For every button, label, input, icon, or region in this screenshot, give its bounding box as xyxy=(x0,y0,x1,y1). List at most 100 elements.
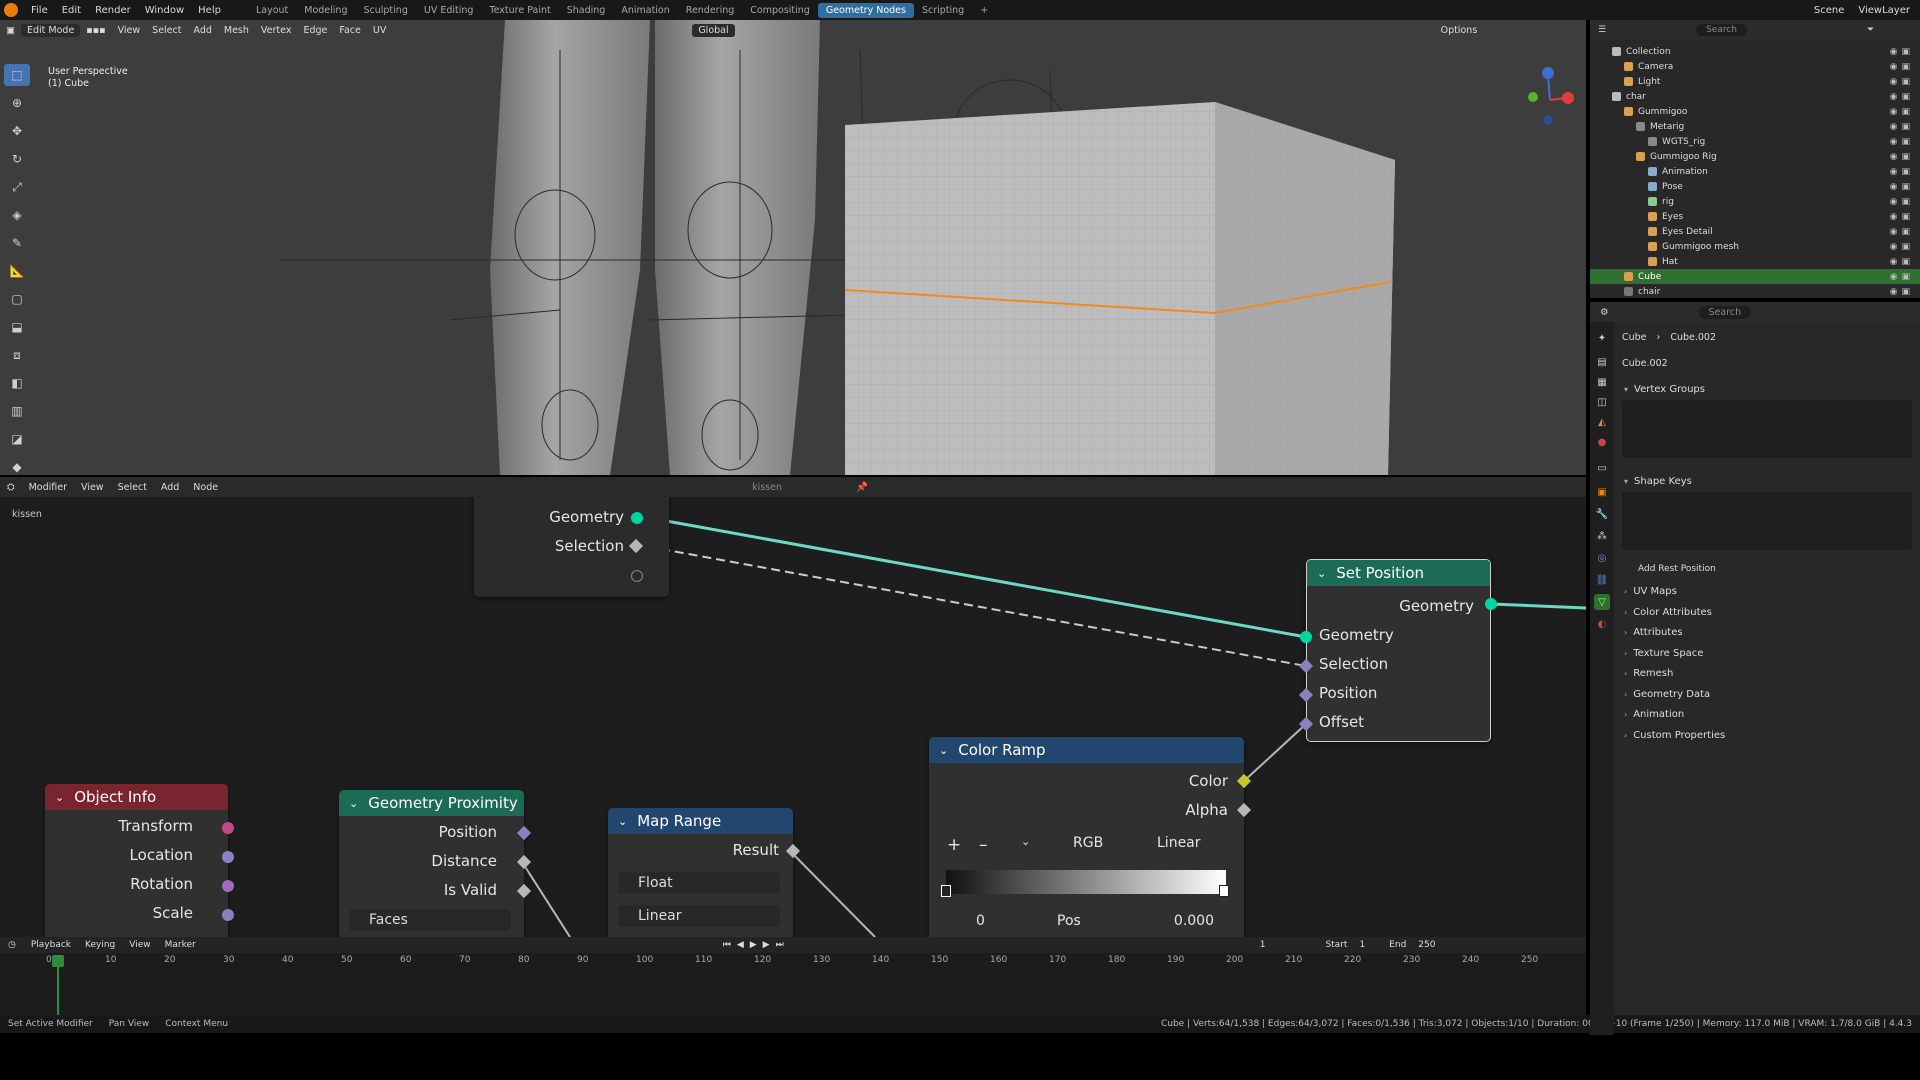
panel-color-attributes[interactable]: › Color Attributes xyxy=(1624,607,1712,618)
panel-attributes[interactable]: › Attributes xyxy=(1624,627,1683,638)
panel-custom-properties[interactable]: › Custom Properties xyxy=(1624,730,1725,741)
panel-texture-space[interactable]: › Texture Space xyxy=(1624,648,1703,659)
object-info-header[interactable]: ⌄ Object Info xyxy=(45,784,228,810)
set-position-node[interactable]: ⌄ Set Position Geometry Geometry Selectio… xyxy=(1306,559,1491,742)
viewport-menu-face[interactable]: Face xyxy=(333,25,366,36)
transform-orientation[interactable]: Global xyxy=(692,23,735,37)
outliner-row[interactable]: Gummigoo mesh ◉▣ xyxy=(1590,239,1920,254)
tab-shading[interactable]: Shading xyxy=(559,3,614,18)
breadcrumb-mesh[interactable]: Cube.002 xyxy=(1670,332,1716,343)
set-position-geometry-in-socket[interactable] xyxy=(1300,631,1312,643)
add-cube-tool-icon[interactable]: ▢ xyxy=(4,288,30,310)
outliner-row[interactable]: Animation ◉▣ xyxy=(1590,164,1920,179)
playhead[interactable] xyxy=(52,955,64,967)
visibility-toggle-icon[interactable]: ◉▣ xyxy=(1890,122,1914,132)
interpolation-dropdown[interactable]: Linear xyxy=(1157,835,1201,851)
tab-uv-editing[interactable]: UV Editing xyxy=(416,3,482,18)
knife-tool-icon[interactable]: ◪ xyxy=(4,428,30,450)
view-layer-selector[interactable]: ViewLayer xyxy=(1858,5,1910,16)
viewport-menu-view[interactable]: View xyxy=(112,25,147,36)
outliner-row[interactable]: rig ◉▣ xyxy=(1590,194,1920,209)
transform-socket[interactable] xyxy=(222,822,234,834)
tab-texture-paint[interactable]: Texture Paint xyxy=(481,3,558,18)
outliner-row[interactable]: chair ◉▣ xyxy=(1590,284,1920,298)
outliner-row[interactable]: Eyes Detail ◉▣ xyxy=(1590,224,1920,239)
visibility-toggle-icon[interactable]: ◉▣ xyxy=(1890,107,1914,117)
editor-type-icon[interactable]: ▣ xyxy=(0,25,21,36)
data-tab-icon[interactable]: ▽ xyxy=(1594,594,1610,610)
tab-modeling[interactable]: Modeling xyxy=(296,3,355,18)
visibility-toggle-icon[interactable]: ◉▣ xyxy=(1890,212,1914,222)
properties-editor[interactable]: ⚙ Search ✦ ▤ ▦ ◫ ◭ ● ▭ ▣ 🔧 ⁂ ◎ ⛓ ▽ ◐ Cub… xyxy=(1590,302,1920,1035)
visibility-toggle-icon[interactable]: ◉▣ xyxy=(1890,287,1914,297)
timeline-menu-playback[interactable]: Playback xyxy=(24,940,78,950)
visibility-toggle-icon[interactable]: ◉▣ xyxy=(1890,272,1914,282)
outliner-row[interactable]: Light ◉▣ xyxy=(1590,74,1920,89)
tab-compositing[interactable]: Compositing xyxy=(742,3,818,18)
mesh-datablock-field[interactable]: Cube.002 xyxy=(1622,358,1668,369)
map-range-header[interactable]: ⌄ Map Range xyxy=(608,808,793,834)
outliner-row[interactable]: Hat ◉▣ xyxy=(1590,254,1920,269)
shape-keys-list[interactable] xyxy=(1622,492,1912,550)
node-menu-select[interactable]: Select xyxy=(111,482,154,493)
scene-selector[interactable]: Scene xyxy=(1814,5,1845,16)
visibility-toggle-icon[interactable]: ◉▣ xyxy=(1890,182,1914,192)
add-stop-button[interactable]: + xyxy=(947,835,961,855)
transform-tool-icon[interactable]: ◈ xyxy=(4,204,30,226)
menu-help[interactable]: Help xyxy=(191,5,228,16)
menu-render[interactable]: Render xyxy=(88,5,138,16)
node-menu-modifier[interactable]: Modifier xyxy=(22,482,74,493)
viewport-menu-mesh[interactable]: Mesh xyxy=(218,25,255,36)
visibility-toggle-icon[interactable]: ◉▣ xyxy=(1890,137,1914,147)
filter-icon[interactable]: ⏷ xyxy=(1867,25,1874,35)
outliner-search-input[interactable]: Search xyxy=(1696,24,1747,36)
scale-socket[interactable] xyxy=(222,909,234,921)
select-box-tool-icon[interactable]: ⬚ xyxy=(4,64,30,86)
timeline[interactable]: 0 10 20 30 40 50 60 70 80 90 100 110 120 130 140 150 160… xyxy=(0,953,1586,1015)
collapse-chevron-icon[interactable]: ⌄ xyxy=(618,815,627,828)
breadcrumb-object[interactable]: Cube xyxy=(1622,332,1647,343)
timeline-menu-keying[interactable]: Keying xyxy=(78,940,122,950)
view-layer-tab-icon[interactable]: ◫ xyxy=(1594,394,1610,410)
proximity-target-dropdown[interactable]: Faces xyxy=(349,909,511,931)
node-editor-type-icon[interactable]: ⛭ xyxy=(0,482,22,493)
vertex-groups-list[interactable] xyxy=(1622,400,1912,458)
viewport-menu-edge[interactable]: Edge xyxy=(297,25,333,36)
group-input-geometry-socket[interactable] xyxy=(631,512,643,524)
modifier-tab-icon[interactable]: 🔧 xyxy=(1594,506,1610,522)
group-input-selection-socket[interactable] xyxy=(628,538,644,554)
extrude-tool-icon[interactable]: ⬓ xyxy=(4,316,30,338)
outliner-row[interactable]: WGTS_rig ◉▣ xyxy=(1590,134,1920,149)
color-mode-dropdown[interactable]: RGB xyxy=(1073,835,1103,851)
color-ramp-header[interactable]: ⌄ Color Ramp xyxy=(929,737,1244,763)
outliner-row[interactable]: Eyes ◉▣ xyxy=(1590,209,1920,224)
select-mode-icons[interactable]: ▪▪▪ xyxy=(80,25,111,36)
visibility-toggle-icon[interactable]: ◉▣ xyxy=(1890,197,1914,207)
annotate-tool-icon[interactable]: ✎ xyxy=(4,232,30,254)
outliner-editor-icon[interactable]: ☰ xyxy=(1598,25,1606,35)
visibility-toggle-icon[interactable]: ◉▣ xyxy=(1890,77,1914,87)
outliner-row[interactable]: Collection ◉▣ xyxy=(1590,44,1920,59)
physics-tab-icon[interactable]: ◎ xyxy=(1594,550,1610,566)
move-tool-icon[interactable]: ✥ xyxy=(4,120,30,142)
geometry-proximity-node[interactable]: ⌄ Geometry Proximity Position Distance Is… xyxy=(339,790,524,937)
tab-geometry-nodes[interactable]: Geometry Nodes xyxy=(817,2,914,18)
collapse-chevron-icon[interactable]: ⌄ xyxy=(939,744,948,757)
tab-layout[interactable]: Layout xyxy=(248,3,296,18)
node-menu-node[interactable]: Node xyxy=(186,482,225,493)
tab-scripting[interactable]: Scripting xyxy=(914,3,972,18)
collapse-chevron-icon[interactable]: ⌄ xyxy=(55,791,64,804)
bevel-tool-icon[interactable]: ◧ xyxy=(4,372,30,394)
location-socket[interactable] xyxy=(222,851,234,863)
node-menu-view[interactable]: View xyxy=(74,482,111,493)
cursor-tool-icon[interactable]: ⊕ xyxy=(4,92,30,114)
group-input-empty-socket[interactable] xyxy=(631,570,643,582)
menu-edit[interactable]: Edit xyxy=(55,5,88,16)
rotation-socket[interactable] xyxy=(222,880,234,892)
collapse-chevron-icon[interactable]: ⌄ xyxy=(1317,567,1326,580)
remove-stop-button[interactable]: – xyxy=(979,835,988,855)
menu-window[interactable]: Window xyxy=(138,5,191,16)
visibility-toggle-icon[interactable]: ◉▣ xyxy=(1890,92,1914,102)
outliner-row[interactable]: Camera ◉▣ xyxy=(1590,59,1920,74)
collection-tab-icon[interactable]: ▭ xyxy=(1594,460,1610,476)
